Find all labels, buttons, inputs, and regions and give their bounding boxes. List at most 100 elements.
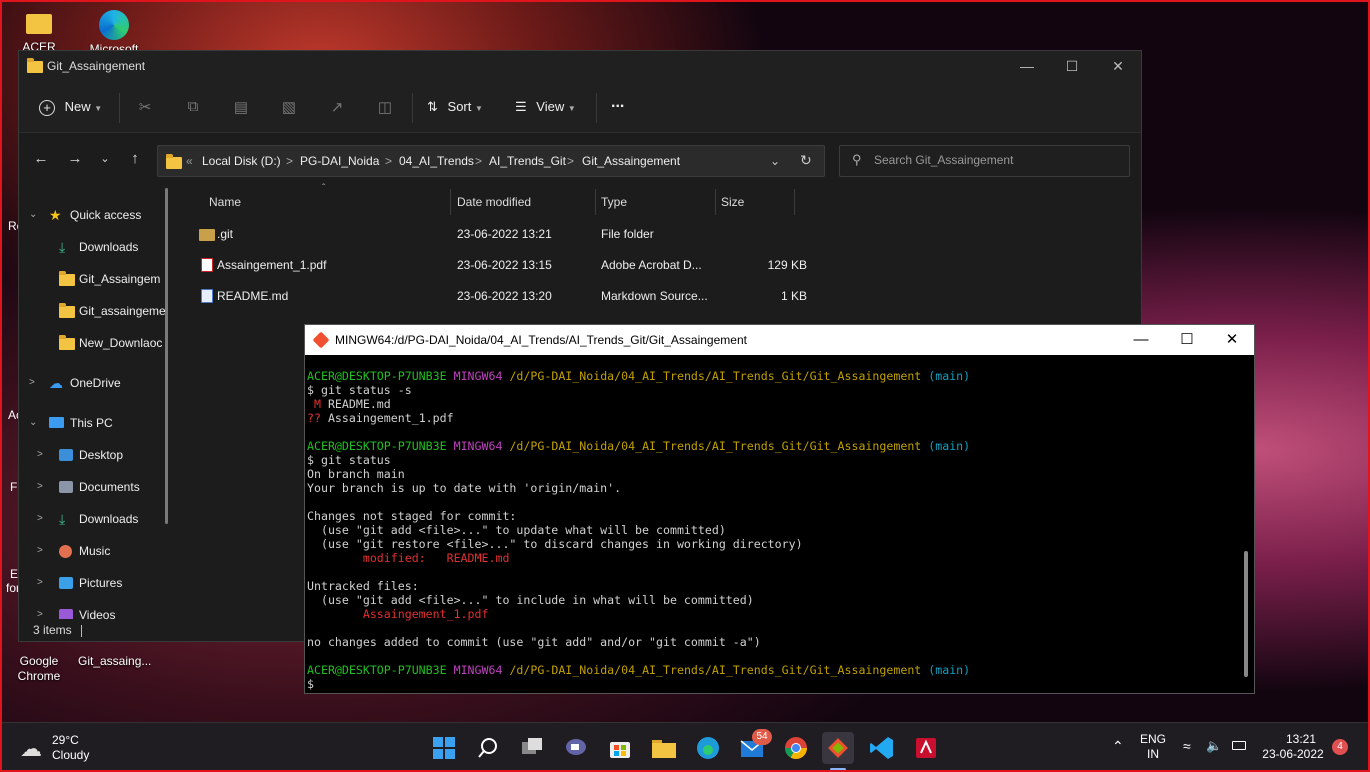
nav-scrollbar[interactable] bbox=[165, 188, 168, 524]
more-options-button[interactable]: ... bbox=[611, 93, 624, 113]
view-button[interactable]: ☰ View ▼ bbox=[515, 97, 576, 117]
language-indicator[interactable]: ENG IN bbox=[1138, 732, 1168, 762]
file-row[interactable]: Assaingement_1.pdf 23-06-2022 13:15 Adob… bbox=[191, 252, 831, 278]
copy-icon[interactable]: ⧉ bbox=[183, 98, 203, 115]
nav-pictures[interactable]: > Pictures bbox=[19, 571, 169, 595]
nav-quick-access[interactable]: ⌄ ★ Quick access bbox=[19, 203, 169, 227]
clock[interactable]: 13:21 23-06-2022 bbox=[1258, 732, 1328, 762]
refresh-icon[interactable]: ↻ bbox=[800, 152, 812, 169]
nav-documents[interactable]: > Documents bbox=[19, 475, 169, 499]
chevron-down-icon[interactable]: ⌄ bbox=[29, 203, 37, 227]
recent-chevron-icon[interactable]: ⌄ bbox=[95, 152, 115, 165]
file-type: Adobe Acrobat D... bbox=[601, 258, 702, 272]
battery-icon[interactable] bbox=[1232, 741, 1246, 750]
status-divider bbox=[81, 625, 82, 637]
nav-folder[interactable]: Git_assaingeme bbox=[19, 299, 169, 323]
terminal-output[interactable]: ACER@DESKTOP-P7UNB3E MINGW64 /d/PG-DAI_N… bbox=[307, 369, 970, 691]
desktop-icon-acer[interactable]: ACER bbox=[4, 10, 74, 55]
overflow-icon[interactable]: « bbox=[186, 154, 193, 168]
store-button[interactable] bbox=[604, 732, 636, 764]
breadcrumb-item[interactable]: 04_AI_Trends bbox=[399, 154, 474, 168]
new-button[interactable]: + New ▼ bbox=[39, 97, 102, 117]
close-button[interactable]: ✕ bbox=[1209, 325, 1255, 355]
search-box[interactable]: ⚲ bbox=[839, 145, 1130, 177]
minimize-button[interactable]: — bbox=[1004, 51, 1050, 81]
search-input[interactable] bbox=[874, 153, 1114, 167]
chevron-right-icon[interactable]: > bbox=[37, 603, 43, 619]
chevron-right-icon[interactable]: > bbox=[37, 539, 43, 563]
nav-this-pc[interactable]: ⌄ This PC bbox=[19, 411, 169, 435]
cut-icon[interactable]: ✂ bbox=[135, 98, 155, 116]
clock-date: 23-06-2022 bbox=[1262, 747, 1324, 761]
column-header-type[interactable]: Type bbox=[601, 195, 627, 209]
search-button[interactable] bbox=[472, 732, 504, 764]
column-divider[interactable] bbox=[595, 189, 596, 215]
column-header-name[interactable]: Name bbox=[209, 195, 241, 209]
cloud-icon: ☁ bbox=[20, 736, 42, 761]
paste-icon[interactable]: ▤ bbox=[231, 98, 251, 116]
forward-arrow-icon[interactable]: → bbox=[65, 150, 85, 167]
chevron-right-icon[interactable]: > bbox=[37, 571, 43, 595]
maximize-button[interactable]: ☐ bbox=[1049, 51, 1095, 81]
nav-onedrive[interactable]: > ☁ OneDrive bbox=[19, 371, 169, 395]
lang-secondary: IN bbox=[1147, 747, 1159, 761]
prompt-path: /d/PG-DAI_Noida/04_AI_Trends/AI_Trends_G… bbox=[509, 369, 922, 383]
chevron-right-icon[interactable]: > bbox=[37, 475, 43, 499]
delete-icon[interactable]: ◫ bbox=[375, 98, 395, 116]
minimize-button[interactable]: — bbox=[1118, 325, 1164, 355]
file-row[interactable]: .git 23-06-2022 13:21 File folder bbox=[191, 221, 831, 247]
maximize-button[interactable]: ☐ bbox=[1164, 325, 1210, 355]
chevron-right-icon[interactable]: > bbox=[37, 507, 43, 531]
column-divider[interactable] bbox=[794, 189, 795, 215]
task-view-button[interactable] bbox=[516, 732, 548, 764]
nav-downloads[interactable]: ⤓ Downloads bbox=[19, 235, 169, 259]
nav-desktop[interactable]: > Desktop bbox=[19, 443, 169, 467]
prompt-branch: (main) bbox=[928, 663, 971, 677]
nav-music[interactable]: > Music bbox=[19, 539, 169, 563]
column-divider[interactable] bbox=[450, 189, 451, 215]
column-header-size[interactable]: Size bbox=[721, 195, 744, 209]
terminal-titlebar[interactable]: MINGW64:/d/PG-DAI_Noida/04_AI_Trends/AI_… bbox=[305, 325, 1254, 355]
breadcrumb-item[interactable]: AI_Trends_Git bbox=[489, 154, 566, 168]
up-arrow-icon[interactable]: ↑ bbox=[125, 150, 145, 167]
notification-badge[interactable]: 4 bbox=[1332, 739, 1348, 755]
breadcrumb-item[interactable]: Git_Assaingement bbox=[582, 154, 680, 168]
nav-folder[interactable]: New_Downlaoc bbox=[19, 331, 169, 355]
share-icon[interactable]: ↗ bbox=[327, 98, 347, 116]
weather-widget[interactable]: ☁ 29°C Cloudy bbox=[20, 731, 110, 765]
git-bash-window[interactable]: MINGW64:/d/PG-DAI_Noida/04_AI_Trends/AI_… bbox=[304, 324, 1255, 694]
rename-icon[interactable]: ▧ bbox=[279, 98, 299, 116]
vscode-button[interactable] bbox=[866, 732, 898, 764]
start-button[interactable] bbox=[428, 732, 460, 764]
git-bash-button[interactable] bbox=[822, 732, 854, 764]
file-explorer-button[interactable] bbox=[648, 732, 680, 764]
file-row[interactable]: README.md 23-06-2022 13:20 Markdown Sour… bbox=[191, 283, 831, 309]
close-button[interactable]: ✕ bbox=[1095, 51, 1141, 81]
chevron-up-icon[interactable]: ⌃ bbox=[1112, 738, 1124, 755]
chevron-right-icon[interactable]: > bbox=[37, 443, 43, 467]
sort-button[interactable]: ⇅ Sort ▼ bbox=[427, 97, 483, 117]
back-arrow-icon[interactable]: ← bbox=[31, 150, 51, 167]
terminal-scrollbar[interactable] bbox=[1244, 551, 1248, 677]
chevron-right-icon[interactable]: > bbox=[29, 371, 35, 395]
nav-downloads[interactable]: > ⤓ Downloads bbox=[19, 507, 169, 531]
column-divider[interactable] bbox=[715, 189, 716, 215]
teams-chat-button[interactable] bbox=[560, 732, 592, 764]
nav-label: Git_Assaingem bbox=[79, 272, 161, 286]
wifi-icon[interactable]: ≈ bbox=[1183, 738, 1191, 754]
nav-label: Documents bbox=[79, 480, 140, 494]
column-header-date[interactable]: Date modified bbox=[457, 195, 531, 209]
breadcrumb-item[interactable]: PG-DAI_Noida bbox=[300, 154, 379, 168]
chevron-down-icon[interactable]: ⌄ bbox=[770, 154, 780, 168]
acrobat-button[interactable] bbox=[910, 732, 942, 764]
edge-icon bbox=[99, 10, 129, 40]
chevron-down-icon[interactable]: ⌄ bbox=[29, 411, 37, 435]
chrome-button[interactable] bbox=[780, 732, 812, 764]
nav-folder[interactable]: Git_Assaingem bbox=[19, 267, 169, 291]
nav-videos[interactable]: > Videos bbox=[19, 603, 169, 619]
address-bar[interactable]: « Local Disk (D:) > PG-DAI_Noida > 04_AI… bbox=[157, 145, 825, 177]
volume-icon[interactable]: 🔈 bbox=[1206, 738, 1222, 754]
explorer-titlebar[interactable]: Git_Assaingement — ☐ ✕ bbox=[19, 51, 1141, 81]
edge-button[interactable] bbox=[692, 732, 724, 764]
breadcrumb-item[interactable]: Local Disk (D:) bbox=[202, 154, 281, 168]
